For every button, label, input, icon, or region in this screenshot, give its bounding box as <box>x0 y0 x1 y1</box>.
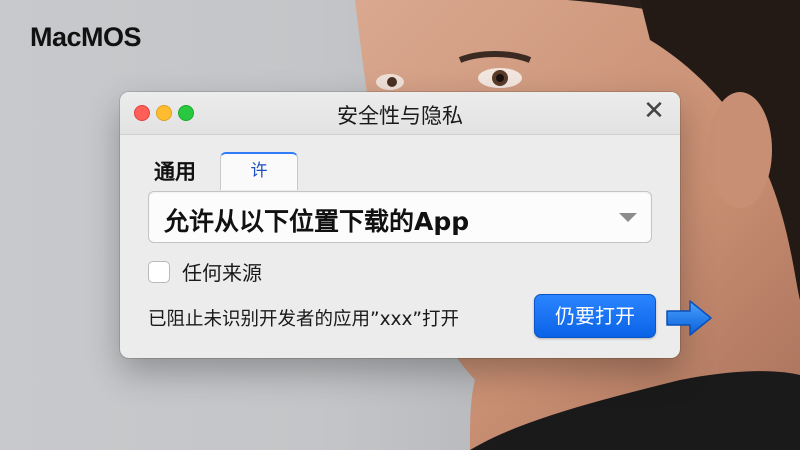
open-anyway-button[interactable]: 仍要打开 <box>534 294 656 338</box>
close-icon[interactable]: ✕ <box>642 98 666 124</box>
tab-allow[interactable]: 许 <box>220 152 298 190</box>
dropdown-selected-value: 允许从以下位置下载的App <box>164 207 470 236</box>
blocked-app-message: 已阻止未识别开发者的应用”xxx”打开 <box>148 309 460 330</box>
arrow-right-icon <box>666 300 712 336</box>
dialog-title: 安全性与隐私 <box>337 104 463 128</box>
chevron-down-icon <box>619 213 637 222</box>
title-bar: 安全性与隐私 ✕ <box>120 92 680 135</box>
tab-general[interactable]: 通用 <box>154 156 196 186</box>
allow-apps-dropdown[interactable]: 允许从以下位置下载的App <box>148 191 652 243</box>
brand-logo: MacMOS <box>30 22 142 52</box>
anywhere-checkbox[interactable] <box>148 261 170 283</box>
security-privacy-dialog: 安全性与隐私 ✕ 通用 许 允许从以下位置下载的App 任何来源 已阻止未识别开… <box>120 92 680 358</box>
anywhere-checkbox-label[interactable]: 任何来源 <box>182 257 262 286</box>
